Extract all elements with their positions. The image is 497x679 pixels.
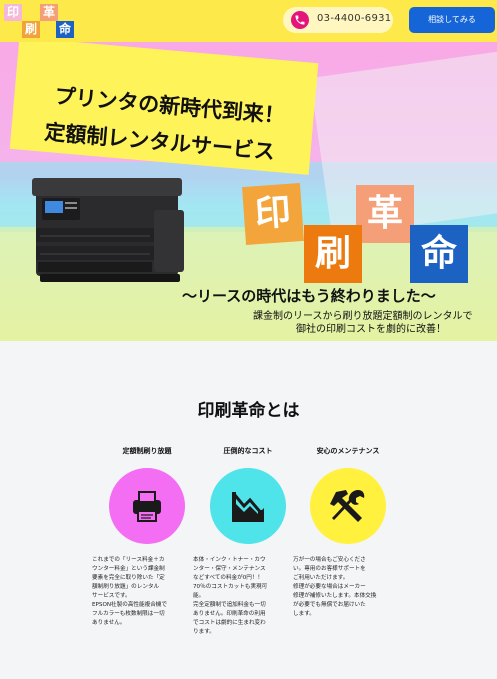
logo-tile-3: 刷 [22, 21, 40, 38]
feature-description: 万が一の場合もご安心くださ い。専用のお客様サポートを ご利用いただけます。 修… [293, 557, 377, 617]
feature-description: 本体・インク・トナー・カウ ンター・保守・メンテナンス などすべての料金が0円！… [193, 557, 268, 635]
feature-icon-circle [109, 468, 185, 544]
phone-number: 03-4400-6931 [317, 13, 392, 24]
feature-card-maintenance: 安心のメンテナンス 万が一の場合もご安心くださ い。専用のお客様サポートを ご利… [293, 446, 403, 617]
hero-tile-satsu: 刷 [304, 225, 362, 283]
hero-tagline: 〜リースの時代はもう終わりました〜 [182, 287, 436, 305]
feature-title: 安心のメンテナンス [316, 447, 380, 455]
hero-tile-in: 印 [242, 183, 304, 245]
feature-title: 圧倒的なコスト [223, 447, 273, 455]
hero-section: プリンタの新時代到来！ 定額制レンタルサービス 印 革 刷 命 〜リースの時代は… [0, 42, 497, 341]
hero-description-line-2: 御社の印刷コストを劇的に改善！ [296, 324, 446, 335]
feature-icon-circle [210, 468, 286, 544]
feature-icon-circle [310, 468, 386, 544]
contact-button[interactable]: 相談してみる [409, 7, 495, 33]
feature-card-flat-rate: 定額制刷り放題 これまでの「リース料金＋カ ウンター料金」という課金制 要素を完… [92, 446, 202, 626]
about-section-title: 印刷革命とは [197, 401, 300, 421]
cost-down-chart-icon [232, 492, 264, 522]
site-header: 印 革 刷 命 03-4400-6931 相談してみる [0, 0, 497, 42]
logo-tile-4: 命 [56, 21, 74, 38]
printer-icon [133, 491, 161, 522]
logo-tile-1: 印 [4, 4, 22, 21]
logo-tile-2: 革 [40, 4, 58, 21]
tools-icon [330, 490, 365, 522]
phone-icon [291, 11, 309, 29]
printer-image [32, 178, 184, 282]
feature-title: 定額制刷り放題 [122, 447, 172, 455]
feature-description: これまでの「リース料金＋カ ウンター料金」という課金制 要素を完全に取り除いた「… [92, 557, 167, 626]
feature-card-cost: 圧倒的なコスト 本体・インク・トナー・カウ ンター・保守・メンテナンス などすべ… [193, 446, 303, 635]
logo[interactable]: 印 革 刷 命 [4, 4, 74, 38]
phone-button[interactable]: 03-4400-6931 [283, 7, 393, 33]
hero-tile-kaku: 革 [356, 185, 414, 243]
hero-tile-mei: 命 [410, 225, 468, 283]
